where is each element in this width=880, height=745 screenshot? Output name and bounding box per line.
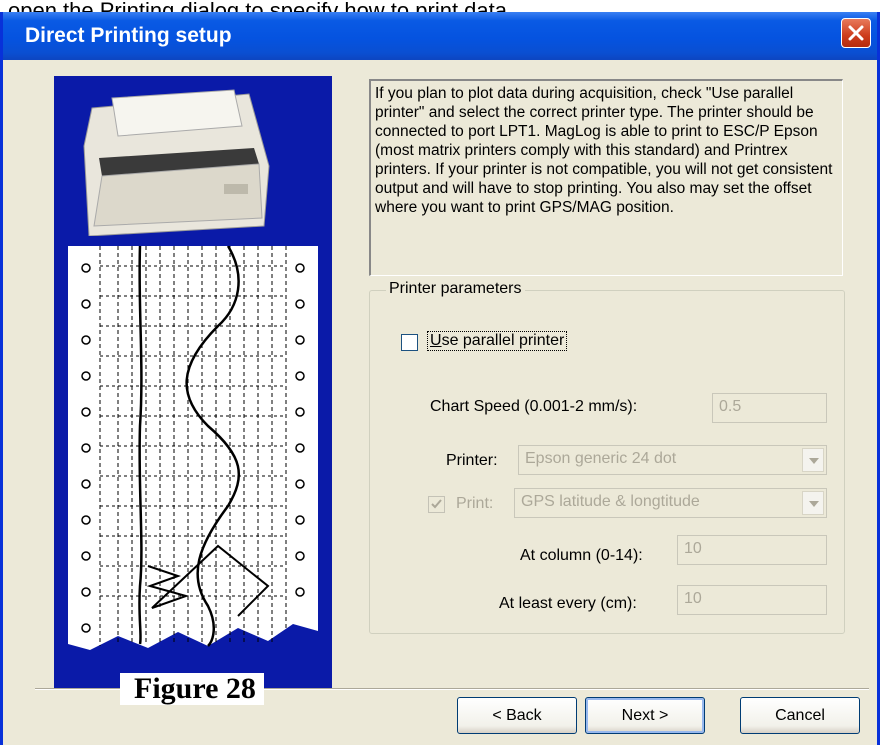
chart-paper-image <box>68 246 318 650</box>
window-title: Direct Printing setup <box>25 24 232 47</box>
close-button[interactable] <box>841 18 871 48</box>
printer-select-value: Epson generic 24 dot <box>525 450 677 467</box>
at-least-every-label: At least every (cm): <box>499 595 637 612</box>
title-bar[interactable]: Direct Printing setup <box>3 12 877 60</box>
chevron-down-icon <box>809 458 819 464</box>
printer-select[interactable]: Epson generic 24 dot <box>518 445 827 475</box>
print-label: Print: <box>456 495 494 512</box>
chart-speed-label: Chart Speed (0.001-2 mm/s): <box>430 398 638 415</box>
use-parallel-printer-label[interactable]: Use parallel printer <box>426 331 568 351</box>
chevron-down-icon <box>809 501 819 507</box>
at-least-every-input[interactable]: 10 <box>677 585 827 615</box>
printer-illustration <box>54 76 332 690</box>
close-icon <box>848 25 864 41</box>
print-select[interactable]: GPS latitude & longtitude <box>514 488 827 518</box>
figure-caption: Figure 28 <box>120 673 264 705</box>
at-column-input[interactable]: 10 <box>677 535 827 565</box>
chart-speed-input[interactable]: 0.5 <box>712 393 827 423</box>
printer-dropdown-button[interactable] <box>802 448 824 472</box>
dot-matrix-printer-image <box>83 89 270 236</box>
checkmark-icon <box>431 499 442 509</box>
use-parallel-printer-checkbox[interactable] <box>401 334 418 351</box>
print-dropdown-button[interactable] <box>802 491 824 515</box>
print-select-value: GPS latitude & longtitude <box>521 493 700 510</box>
printer-label: Printer: <box>446 452 498 469</box>
at-column-label: At column (0-14): <box>520 547 643 564</box>
help-text: If you plan to plot data during acquisit… <box>369 79 843 276</box>
next-button[interactable]: Next > <box>585 697 705 734</box>
cancel-button[interactable]: Cancel <box>740 697 860 734</box>
print-checkbox[interactable] <box>428 496 445 513</box>
printer-parameters-label: Printer parameters <box>386 280 525 298</box>
use-parallel-label-rest: se parallel printer <box>441 332 565 349</box>
back-button[interactable]: < Back <box>457 697 577 734</box>
